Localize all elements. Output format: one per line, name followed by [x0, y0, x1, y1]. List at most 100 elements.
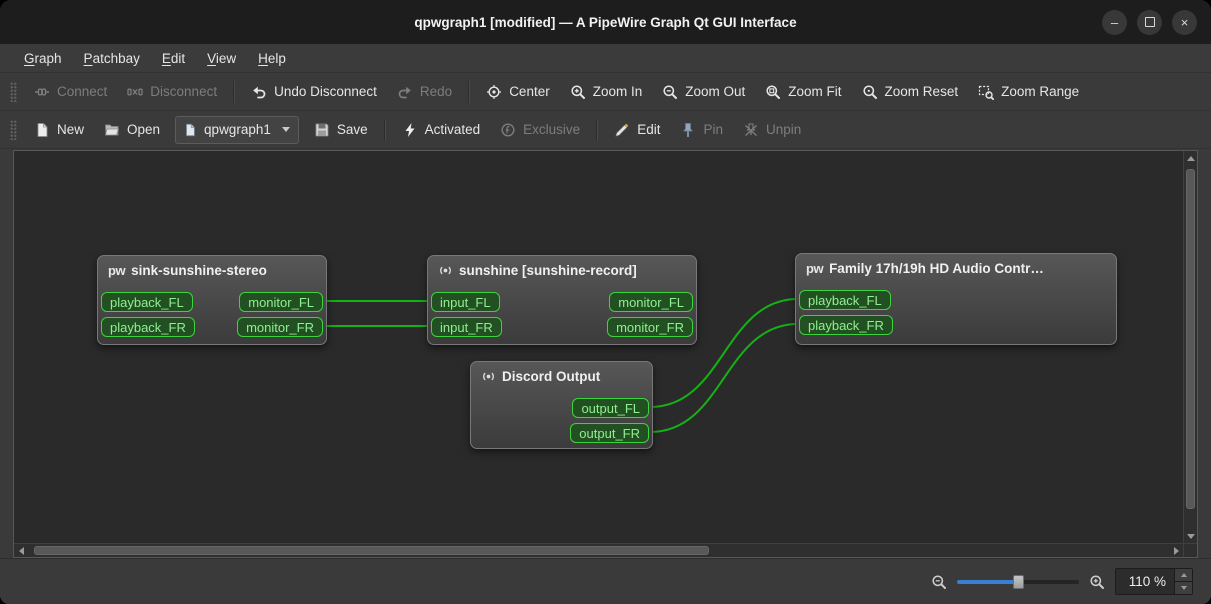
- menu-view[interactable]: View: [197, 48, 246, 69]
- toolbar-separator: [596, 118, 599, 141]
- menu-help[interactable]: Help: [248, 48, 296, 69]
- port-input-fr[interactable]: input_FR: [431, 317, 502, 337]
- patchbay-combo[interactable]: qpwgraph1: [175, 115, 299, 144]
- connect-button[interactable]: Connect: [25, 79, 116, 105]
- node-title-text: sink-sunshine-stereo: [131, 263, 267, 278]
- scroll-left-button[interactable]: [14, 544, 28, 557]
- arrow-left-icon: [18, 546, 24, 555]
- menu-edit[interactable]: Edit: [152, 48, 195, 69]
- zoom-out-mini-icon[interactable]: [931, 574, 947, 590]
- exclusive-label: Exclusive: [523, 122, 581, 137]
- zoom-fit-label: Zoom Fit: [788, 84, 842, 99]
- menu-help-label: H: [258, 50, 268, 66]
- graph-canvas[interactable]: pw sink-sunshine-stereo playback_FL play…: [14, 151, 1183, 543]
- horizontal-scroll-track[interactable]: [28, 544, 1169, 557]
- port-monitor-fl[interactable]: monitor_FL: [609, 292, 693, 312]
- zoom-spin-down-button[interactable]: [1175, 581, 1192, 594]
- new-button[interactable]: New: [25, 117, 93, 143]
- zoom-range-icon: [978, 85, 995, 100]
- zoom-out-button[interactable]: Zoom Out: [653, 79, 754, 105]
- activated-button[interactable]: Activated: [393, 117, 490, 143]
- minimize-button[interactable]: –: [1102, 9, 1127, 35]
- port-playback-fr[interactable]: playback_FR: [101, 317, 195, 337]
- zoom-reset-button[interactable]: Zoom Reset: [853, 79, 968, 105]
- zoom-in-button[interactable]: Zoom In: [561, 79, 652, 105]
- node-discord-output[interactable]: Discord Output output_FL output_FR: [470, 361, 653, 449]
- node-sink-sunshine-stereo[interactable]: pw sink-sunshine-stereo playback_FL play…: [97, 255, 327, 345]
- zoom-range-button[interactable]: Zoom Range: [969, 79, 1088, 105]
- center-button[interactable]: Center: [477, 79, 559, 105]
- center-label: Center: [509, 84, 550, 99]
- edit-button[interactable]: Edit: [605, 117, 669, 143]
- exclusive-icon: [501, 122, 515, 137]
- pin-label: Pin: [703, 122, 723, 137]
- vertical-scroll-track[interactable]: [1184, 165, 1197, 529]
- toolbar-grip[interactable]: [10, 119, 17, 140]
- vertical-scroll-thumb[interactable]: [1186, 168, 1195, 510]
- activated-label: Activated: [424, 122, 481, 137]
- zoom-fit-icon: [766, 84, 781, 99]
- scroll-right-button[interactable]: [1169, 544, 1183, 557]
- zoom-fit-button[interactable]: Zoom Fit: [756, 79, 850, 105]
- port-monitor-fr[interactable]: monitor_FR: [607, 317, 693, 337]
- node-title: pw Family 17h/19h HD Audio Contr…: [796, 254, 1116, 276]
- node-title: Discord Output: [471, 362, 652, 384]
- undo-disconnect-label: Undo Disconnect: [274, 84, 377, 99]
- menu-help-label-rest: elp: [267, 50, 286, 66]
- scroll-down-button[interactable]: [1184, 529, 1197, 543]
- port-monitor-fr[interactable]: monitor_FR: [237, 317, 323, 337]
- disconnect-button[interactable]: Disconnect: [118, 79, 226, 105]
- arrow-up-icon: [1186, 155, 1195, 161]
- zoom-slider[interactable]: [957, 574, 1079, 590]
- close-icon: ×: [1180, 14, 1189, 30]
- maximize-icon: [1144, 17, 1155, 27]
- menu-graph[interactable]: Graph: [14, 48, 72, 69]
- disconnect-label: Disconnect: [150, 84, 218, 99]
- undo-disconnect-button[interactable]: Undo Disconnect: [242, 79, 386, 105]
- audio-app-icon: [483, 372, 494, 381]
- center-icon: [487, 84, 502, 99]
- toolbar-separator: [383, 118, 386, 141]
- zoom-in-mini-icon[interactable]: [1089, 574, 1105, 590]
- open-button[interactable]: Open: [95, 117, 169, 143]
- node-sunshine-record[interactable]: sunshine [sunshine-record] input_FL inpu…: [427, 255, 697, 345]
- menu-patchbay-label: P: [83, 50, 93, 66]
- port-playback-fl[interactable]: playback_FL: [799, 290, 891, 310]
- save-button[interactable]: Save: [305, 117, 377, 143]
- node-title-text: Discord Output: [502, 369, 601, 384]
- port-output-fl[interactable]: output_FL: [572, 398, 649, 418]
- horizontal-scrollbar[interactable]: [14, 543, 1183, 557]
- port-input-fl[interactable]: input_FL: [431, 292, 500, 312]
- node-family-hd-audio[interactable]: pw Family 17h/19h HD Audio Contr… playba…: [795, 253, 1117, 345]
- port-output-fr[interactable]: output_FR: [570, 423, 649, 443]
- vertical-scrollbar[interactable]: [1183, 151, 1197, 543]
- horizontal-scroll-thumb[interactable]: [33, 546, 709, 555]
- maximize-button[interactable]: [1137, 9, 1162, 35]
- titlebar[interactable]: qpwgraph1 [modified] — A PipeWire Graph …: [0, 0, 1211, 44]
- connect-icon: [35, 88, 49, 95]
- zoom-spinbox[interactable]: 110 %: [1115, 568, 1193, 595]
- close-button[interactable]: ×: [1172, 9, 1197, 35]
- node-title-text: Family 17h/19h HD Audio Contr…: [829, 261, 1044, 276]
- zoom-out-label: Zoom Out: [685, 84, 746, 99]
- menu-edit-label: E: [161, 50, 171, 66]
- toolbar-separator: [233, 80, 236, 103]
- patchbay-combo-value: qpwgraph1: [204, 122, 271, 137]
- menubar: Graph Patchbay Edit View Help: [0, 44, 1211, 73]
- unpin-button[interactable]: Unpin: [734, 117, 810, 143]
- port-monitor-fl[interactable]: monitor_FL: [239, 292, 323, 312]
- port-playback-fl[interactable]: playback_FL: [101, 292, 193, 312]
- scroll-up-button[interactable]: [1184, 151, 1197, 165]
- exclusive-button[interactable]: Exclusive: [491, 117, 589, 143]
- zoom-slider-handle[interactable]: [1013, 574, 1024, 589]
- toolbar-grip[interactable]: [10, 81, 17, 102]
- zoom-spin-up-button[interactable]: [1175, 569, 1192, 581]
- menu-graph-label-rest: raph: [34, 50, 62, 66]
- redo-button[interactable]: Redo: [388, 79, 461, 105]
- port-playback-fr[interactable]: playback_FR: [799, 315, 893, 335]
- unpin-icon: [745, 122, 757, 136]
- menu-patchbay[interactable]: Patchbay: [74, 48, 150, 69]
- menu-view-label: V: [207, 50, 216, 66]
- lightning-icon: [405, 122, 415, 137]
- pin-button[interactable]: Pin: [671, 117, 732, 143]
